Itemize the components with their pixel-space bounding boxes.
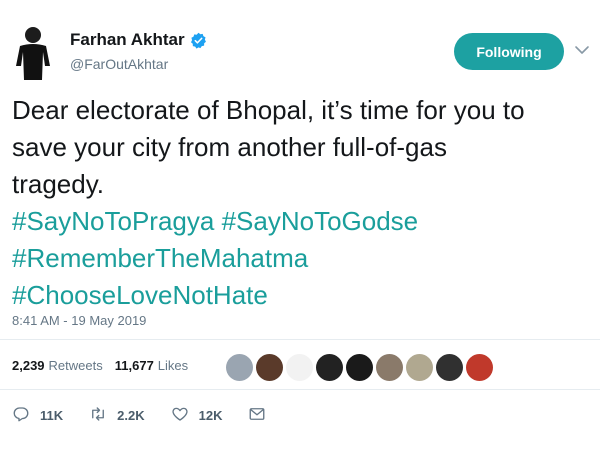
retweet-icon — [89, 405, 107, 426]
likes-label: Likes — [157, 358, 189, 373]
divider — [0, 389, 600, 390]
likes-stat[interactable]: 11,677 Likes — [115, 358, 188, 373]
tweet-text-line: #RememberTheMahatma — [12, 240, 592, 277]
liker-avatar[interactable] — [406, 353, 433, 381]
liker-avatar[interactable] — [256, 353, 283, 381]
liker-avatar[interactable] — [316, 353, 343, 381]
tweet-text-line: Dear electorate of Bhopal, it’s time for… — [12, 92, 592, 129]
liker-avatar[interactable] — [376, 353, 403, 381]
author-name-row: Farhan Akhtar — [70, 30, 207, 50]
direct-message-button[interactable] — [248, 405, 266, 426]
reply-count: 11K — [40, 408, 64, 423]
engagement-stats: 2,239 Retweets 11,677 Likes — [12, 358, 200, 373]
tweet-text-line: save your city from another full-of-gas — [12, 129, 592, 166]
heart-icon — [171, 405, 189, 426]
retweets-label: Retweets — [48, 358, 103, 373]
author-display-name[interactable]: Farhan Akhtar — [70, 30, 185, 50]
avatar[interactable] — [10, 24, 56, 80]
divider — [0, 339, 600, 340]
tweet-text-line: #ChooseLoveNotHate — [12, 277, 592, 314]
tweet-text-segment: save your city from another full-of-gas — [12, 132, 447, 162]
hashtag-link[interactable]: #ChooseLoveNotHate — [12, 280, 268, 310]
liker-avatar[interactable] — [286, 353, 313, 381]
retweet-count: 2.2K — [117, 408, 145, 423]
tweet-text-line: tragedy. — [12, 166, 592, 203]
retweet-button[interactable]: 2.2K — [89, 405, 145, 426]
liker-avatar[interactable] — [226, 353, 253, 381]
tweet-text-line: #SayNoToPragya #SayNoToGodse — [12, 203, 592, 240]
tweet-text-segment: tragedy. — [12, 169, 105, 199]
liker-avatar[interactable] — [436, 353, 463, 381]
tweet-text-segment — [214, 206, 221, 236]
envelope-icon — [248, 405, 266, 426]
following-button[interactable]: Following — [454, 33, 564, 70]
like-button[interactable]: 12K — [171, 405, 223, 426]
like-count: 12K — [198, 408, 223, 423]
tweet-text: Dear electorate of Bhopal, it’s time for… — [12, 92, 592, 314]
tweet-timestamp[interactable]: 8:41 AM - 19 May 2019 — [12, 313, 146, 328]
hashtag-link[interactable]: #RememberTheMahatma — [12, 243, 308, 273]
liker-avatar[interactable] — [346, 353, 373, 381]
hashtag-link[interactable]: #SayNoToGodse — [222, 206, 419, 236]
likes-count: 11,677 — [114, 358, 154, 373]
liker-avatars — [226, 352, 496, 382]
author-handle[interactable]: @FarOutAkhtar — [70, 56, 168, 72]
retweets-count: 2,239 — [12, 358, 45, 373]
verified-badge-icon — [190, 32, 207, 49]
tweet-card: Farhan Akhtar @FarOutAkhtar Following De… — [0, 0, 600, 450]
liker-avatar[interactable] — [466, 353, 493, 381]
retweets-stat[interactable]: 2,239 Retweets — [12, 358, 103, 373]
hashtag-link[interactable]: #SayNoToPragya — [12, 206, 214, 236]
reply-button[interactable]: 11K — [12, 405, 63, 426]
tweet-text-segment: Dear electorate of Bhopal, it’s time for… — [12, 95, 525, 125]
chevron-down-icon[interactable] — [574, 42, 590, 58]
reply-icon — [12, 405, 30, 426]
tweet-actions: 11K 2.2K 12K — [12, 405, 292, 426]
